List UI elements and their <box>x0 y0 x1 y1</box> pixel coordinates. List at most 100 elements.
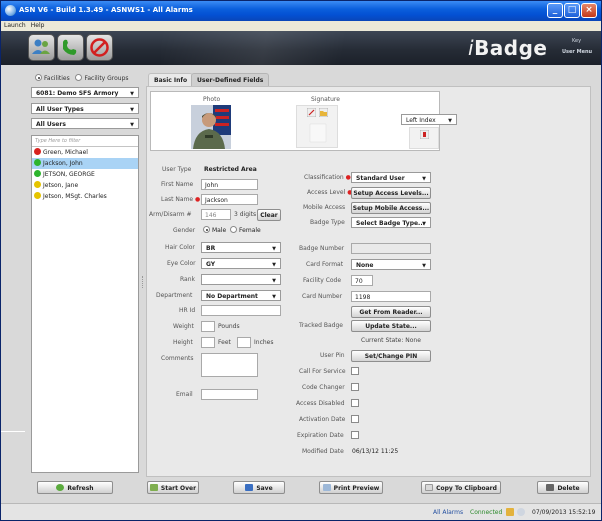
signature-area[interactable] <box>296 105 338 148</box>
save-button[interactable]: Save <box>233 481 285 494</box>
department-value: No Department <box>206 293 258 300</box>
copy-to-clipboard-label: Copy To Clipboard <box>436 485 497 492</box>
user-menu-link[interactable]: User Menu <box>562 49 592 55</box>
list-item[interactable]: Jackson, John <box>32 158 138 169</box>
first-name-input[interactable]: John <box>201 179 258 190</box>
splitter-handle[interactable] <box>142 276 144 288</box>
copy-to-clipboard-button[interactable]: Copy To Clipboard <box>421 481 501 494</box>
set-change-pin-button[interactable]: Set/Change PIN <box>351 350 431 362</box>
arm-digits-text: 3 digits <box>234 211 257 218</box>
classification-select[interactable]: Standard User ▼ <box>351 172 431 183</box>
print-preview-icon <box>322 484 331 491</box>
no-entry-button[interactable] <box>86 34 113 61</box>
code-changer-label: Code Changer <box>302 384 345 391</box>
users-button[interactable] <box>28 34 55 61</box>
refresh-button[interactable]: Refresh <box>37 481 113 494</box>
facility-select[interactable]: 6081: Demo SFS Armory ▼ <box>31 87 139 98</box>
close-button[interactable]: × <box>581 3 597 18</box>
setup-access-levels-button[interactable]: Setup Access Levels... <box>351 187 431 199</box>
user-name: Jackson, John <box>43 160 83 167</box>
status-dot-yellow <box>34 181 41 188</box>
alarm-icon <box>517 508 525 516</box>
hair-color-label: Hair Color <box>165 244 195 251</box>
fingerprint-icon[interactable] <box>420 130 429 139</box>
get-from-reader-button[interactable]: Get From Reader... <box>351 306 431 318</box>
clear-button[interactable]: Clear <box>257 209 281 221</box>
chevron-down-icon: ▼ <box>272 262 276 268</box>
radio-facility-groups[interactable] <box>75 74 83 81</box>
expiration-date-label: Expiration Date <box>297 432 344 439</box>
height-feet-input[interactable] <box>201 337 215 348</box>
activation-date-checkbox[interactable] <box>351 415 359 423</box>
eye-color-value: GY <box>206 261 216 268</box>
menu-launch[interactable]: Launch <box>1 21 28 29</box>
department-select[interactable]: No Department ▼ <box>201 290 281 301</box>
call-for-service-checkbox[interactable] <box>351 367 359 375</box>
setup-mobile-access-button[interactable]: Setup Mobile Access... <box>351 202 431 214</box>
access-disabled-checkbox[interactable] <box>351 399 359 407</box>
hr-id-input[interactable] <box>201 305 281 316</box>
list-item[interactable]: Jetson, Jane <box>32 180 138 191</box>
tab-basic-info[interactable]: Basic Info <box>148 73 194 86</box>
facility-code-input[interactable]: 70 <box>351 275 373 286</box>
access-level-label: Access Level ● <box>307 189 353 196</box>
card-number-label: Card Number <box>302 293 343 300</box>
pen-icon[interactable] <box>307 108 316 117</box>
user-type-select[interactable]: All User Types ▼ <box>31 103 139 114</box>
radio-male[interactable] <box>203 226 210 233</box>
hair-color-select[interactable]: BR ▼ <box>201 242 281 253</box>
delete-button[interactable]: Delete <box>537 481 589 494</box>
status-bar: All Alarms Connected 07/09/2013 15:52:19 <box>1 503 601 520</box>
start-over-button[interactable]: Start Over <box>147 481 199 494</box>
weight-input[interactable] <box>201 321 215 332</box>
list-item[interactable]: Jetson, MSgt. Charles <box>32 191 138 202</box>
delete-label: Delete <box>557 485 580 492</box>
tab-user-defined-fields[interactable]: User-Defined Fields <box>191 73 270 86</box>
photo-label: Photo <box>203 96 221 103</box>
users-select[interactable]: All Users ▼ <box>31 118 139 129</box>
expiration-date-checkbox[interactable] <box>351 431 359 439</box>
user-list: Type Here to filter Green, Michael Jacks… <box>31 135 139 473</box>
badge-type-select[interactable]: Select Badge Type... ▼ <box>351 217 431 228</box>
status-datetime: 07/09/2013 15:52:19 <box>532 509 596 516</box>
badge-type-label: Badge Type <box>310 219 345 226</box>
call-for-service-label: Call For Service <box>299 368 346 375</box>
modified-date-label: Modified Date <box>302 448 344 455</box>
radio-female[interactable] <box>230 226 238 233</box>
fingerprint-area[interactable] <box>409 127 439 149</box>
list-item[interactable]: Green, Michael <box>32 147 138 158</box>
card-format-select[interactable]: None ▼ <box>351 259 431 270</box>
eye-color-select[interactable]: GY ▼ <box>201 258 281 269</box>
badge-number-input[interactable] <box>351 243 431 254</box>
arm-disarm-input[interactable]: 146 <box>201 209 231 220</box>
phone-button[interactable] <box>57 34 84 61</box>
title-bar: ASN V6 - Build 1.3.49 - ASNWS1 - All Ala… <box>1 1 601 21</box>
minimize-button[interactable]: _ <box>547 3 563 18</box>
comments-textarea[interactable] <box>201 353 258 377</box>
last-name-input[interactable]: Jackson <box>201 194 258 205</box>
user-filter-input[interactable]: Type Here to filter <box>32 136 138 147</box>
update-state-button[interactable]: Update State... <box>351 320 431 332</box>
menu-help[interactable]: Help <box>28 21 47 29</box>
rank-select[interactable]: ▼ <box>201 274 281 285</box>
list-item[interactable]: JETSON, GEORGE <box>32 169 138 180</box>
start-over-label: Start Over <box>160 485 197 492</box>
height-inches-input[interactable] <box>237 337 251 348</box>
department-label: Department <box>156 292 193 299</box>
user-photo[interactable] <box>191 105 231 149</box>
gender-radios: Male Female <box>203 226 261 234</box>
key-link[interactable]: Key <box>572 38 581 44</box>
card-number-input[interactable]: 1198 <box>351 291 431 302</box>
height-inches-unit: Inches <box>254 339 274 346</box>
classification-value: Standard User <box>356 175 405 182</box>
all-alarms-link[interactable]: All Alarms <box>433 509 463 516</box>
finger-select[interactable]: Left Index ▼ <box>401 114 457 125</box>
facility-code-label: Facility Code <box>303 277 342 284</box>
email-input[interactable] <box>201 389 258 400</box>
arm-disarm-label: Arm/Disarm # <box>149 211 192 218</box>
print-preview-button[interactable]: Print Preview <box>319 481 383 494</box>
folder-icon[interactable] <box>319 108 328 117</box>
radio-facilities[interactable] <box>35 74 42 81</box>
code-changer-checkbox[interactable] <box>351 383 359 391</box>
maximize-button[interactable]: □ <box>564 3 580 18</box>
